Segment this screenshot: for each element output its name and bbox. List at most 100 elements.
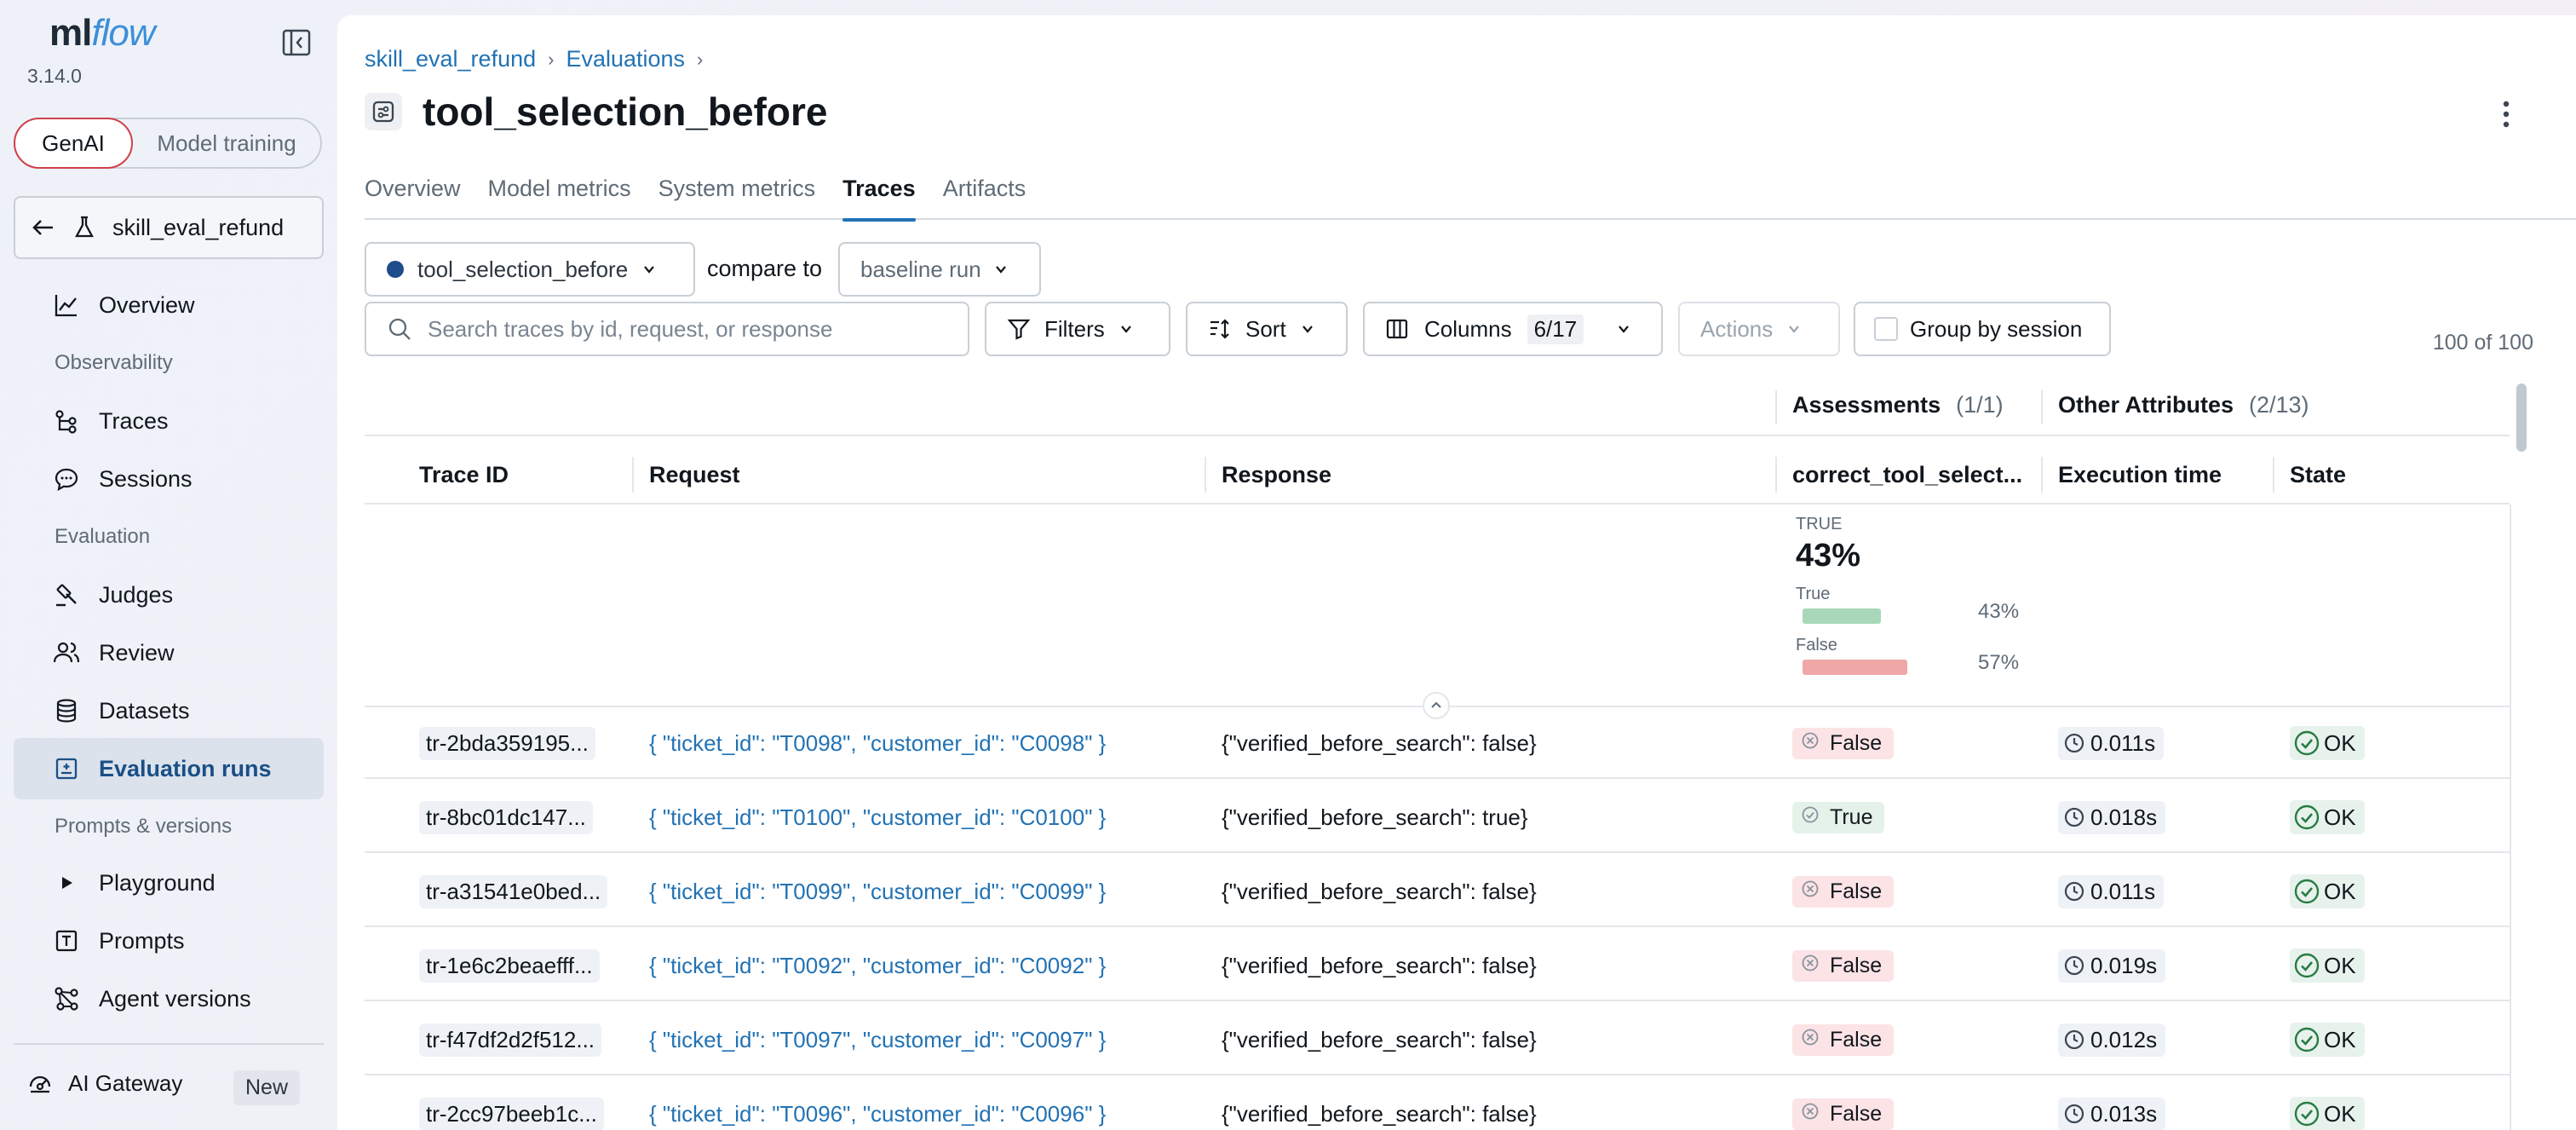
distribution-false-pct: 57% — [1978, 651, 2020, 674]
check-circle-icon — [2294, 1101, 2320, 1127]
chevron-down-icon — [995, 266, 1006, 274]
experiment-selector[interactable]: skill_eval_refund — [14, 196, 324, 259]
assessment-badge[interactable]: True — [1792, 801, 1885, 833]
sort-button[interactable]: Sort — [1186, 302, 1348, 356]
clock-icon — [2064, 1104, 2084, 1124]
actions-button[interactable]: Actions — [1678, 302, 1840, 356]
request-preview[interactable]: { "ticket_id": "T0098", "customer_id": "… — [649, 730, 1106, 757]
assessment-badge[interactable]: False — [1792, 1098, 1895, 1130]
request-preview[interactable]: { "ticket_id": "T0100", "customer_id": "… — [649, 804, 1106, 831]
nav-overview[interactable]: Overview — [14, 274, 324, 336]
column-header-request[interactable]: Request — [649, 457, 740, 493]
assessment-value: False — [1830, 1027, 1883, 1052]
column-separator — [1775, 457, 1777, 493]
nav-sessions[interactable]: Sessions — [14, 448, 324, 510]
nav-agent-versions[interactable]: Agent versions — [14, 968, 324, 1029]
collapse-sidebar-icon[interactable] — [281, 27, 312, 58]
request-preview[interactable]: { "ticket_id": "T0092", "customer_id": "… — [649, 953, 1106, 979]
request-preview[interactable]: { "ticket_id": "T0097", "customer_id": "… — [649, 1027, 1106, 1053]
assessment-badge[interactable]: False — [1792, 727, 1895, 759]
column-header-response[interactable]: Response — [1222, 457, 1331, 493]
filter-icon — [1007, 319, 1031, 340]
x-circle-icon — [1801, 1028, 1820, 1052]
trace-id[interactable]: tr-f47df2d2f512... — [419, 1023, 602, 1057]
state-badge: OK — [2290, 948, 2365, 983]
state-badge: OK — [2290, 726, 2365, 760]
row-count: 100 of 100 — [2432, 331, 2533, 355]
table-row[interactable]: tr-1e6c2beaefff... { "ticket_id": "T0092… — [365, 930, 2510, 1001]
column-header-assessment[interactable]: correct_tool_select... — [1792, 457, 2022, 493]
assessment-badge[interactable]: False — [1792, 949, 1895, 982]
x-circle-icon — [1801, 1102, 1820, 1127]
table-row[interactable]: tr-a31541e0bed... { "ticket_id": "T0099"… — [365, 856, 2510, 927]
clock-icon — [2064, 807, 2084, 827]
scrollbar-thumb[interactable] — [2516, 383, 2527, 452]
nav-traces[interactable]: Traces — [14, 390, 324, 452]
table-row[interactable]: tr-f47df2d2f512... { "ticket_id": "T0097… — [365, 1004, 2510, 1075]
x-circle-icon — [1801, 731, 1820, 756]
state-value: OK — [2324, 952, 2356, 978]
group-by-session-toggle[interactable]: Group by session — [1854, 302, 2111, 356]
other-attributes-group-header[interactable]: Other Attributes (2/13) — [2058, 375, 2309, 435]
nav-prompts[interactable]: Prompts — [14, 910, 324, 971]
nav-ai-gateway[interactable]: AI Gateway — [27, 1070, 182, 1097]
column-header-divider — [365, 503, 2510, 504]
trace-id[interactable]: tr-8bc01dc147... — [419, 800, 593, 834]
assessment-badge[interactable]: False — [1792, 1023, 1895, 1056]
run-selector[interactable]: tool_selection_before — [365, 242, 695, 297]
column-header-execution-time[interactable]: Execution time — [2058, 457, 2222, 493]
assessment-badge[interactable]: False — [1792, 875, 1895, 908]
breadcrumb-evaluations[interactable]: Evaluations — [566, 46, 685, 72]
search-input[interactable]: Search traces by id, request, or respons… — [365, 302, 969, 356]
nav-evaluation-runs[interactable]: Evaluation runs — [14, 738, 324, 799]
distribution-true[interactable]: True 43% — [1796, 585, 2051, 627]
chevron-down-icon — [1619, 326, 1630, 333]
column-header-trace-id[interactable]: Trace ID — [419, 457, 509, 493]
filters-label: Filters — [1044, 315, 1105, 342]
trace-id[interactable]: tr-2cc97beeb1c... — [419, 1097, 604, 1130]
baseline-run-selector[interactable]: baseline run — [838, 242, 1041, 297]
columns-button[interactable]: Columns 6/17 — [1363, 302, 1663, 356]
nav-prompts-label: Prompts — [99, 927, 185, 954]
assessments-group-label: Assessments — [1792, 391, 1941, 418]
filters-button[interactable]: Filters — [985, 302, 1170, 356]
request-preview[interactable]: { "ticket_id": "T0096", "customer_id": "… — [649, 1101, 1106, 1127]
mlflow-logo[interactable]: ml flow — [49, 12, 156, 55]
column-header-state[interactable]: State — [2290, 457, 2346, 493]
tab-overview[interactable]: Overview — [365, 174, 461, 220]
breadcrumb-experiment[interactable]: skill_eval_refund — [365, 46, 536, 72]
tab-model-metrics[interactable]: Model metrics — [488, 174, 631, 220]
nav-agent-versions-label: Agent versions — [99, 985, 251, 1012]
distribution-false[interactable]: False 57% — [1796, 636, 2051, 678]
assessments-group-header[interactable]: Assessments (1/1) — [1792, 375, 2004, 435]
back-arrow-icon[interactable] — [31, 215, 56, 240]
baseline-run-label: baseline run — [860, 256, 981, 282]
trace-id[interactable]: tr-2bda359195... — [419, 726, 595, 760]
nav-playground[interactable]: Playground — [14, 852, 324, 914]
table-row[interactable]: tr-2cc97beeb1c... { "ticket_id": "T0096"… — [365, 1078, 2510, 1130]
tab-artifacts[interactable]: Artifacts — [943, 174, 1026, 220]
table-row[interactable]: tr-8bc01dc147... { "ticket_id": "T0100",… — [365, 781, 2510, 853]
other-attributes-group-label: Other Attributes — [2058, 391, 2234, 418]
mode-genai[interactable]: GenAI — [14, 118, 133, 169]
table-row[interactable]: tr-2bda359195... { "ticket_id": "T0098",… — [365, 707, 2510, 779]
request-preview[interactable]: { "ticket_id": "T0099", "customer_id": "… — [649, 879, 1106, 905]
nav-review[interactable]: Review — [14, 622, 324, 683]
distribution-false-bar — [1803, 660, 1907, 675]
tab-traces[interactable]: Traces — [842, 174, 916, 222]
trace-id[interactable]: tr-a31541e0bed... — [419, 874, 608, 908]
nav-datasets[interactable]: Datasets — [14, 680, 324, 741]
tab-system-metrics[interactable]: System metrics — [658, 174, 816, 220]
more-options-icon[interactable] — [2489, 97, 2523, 131]
group-by-session-label: Group by session — [1910, 315, 2083, 342]
trace-id[interactable]: tr-1e6c2beaefff... — [419, 948, 600, 983]
group-by-session-checkbox[interactable] — [1874, 317, 1898, 341]
mode-model-training[interactable]: Model training — [133, 119, 320, 167]
run-color-dot — [387, 261, 404, 278]
nav-judges[interactable]: Judges — [14, 564, 324, 626]
run-selector-label: tool_selection_before — [417, 256, 629, 282]
chat-bubble-icon — [53, 465, 80, 493]
vertical-scrollbar[interactable] — [2515, 372, 2528, 1130]
clock-icon — [2064, 881, 2084, 902]
check-circle-icon — [1801, 805, 1820, 830]
